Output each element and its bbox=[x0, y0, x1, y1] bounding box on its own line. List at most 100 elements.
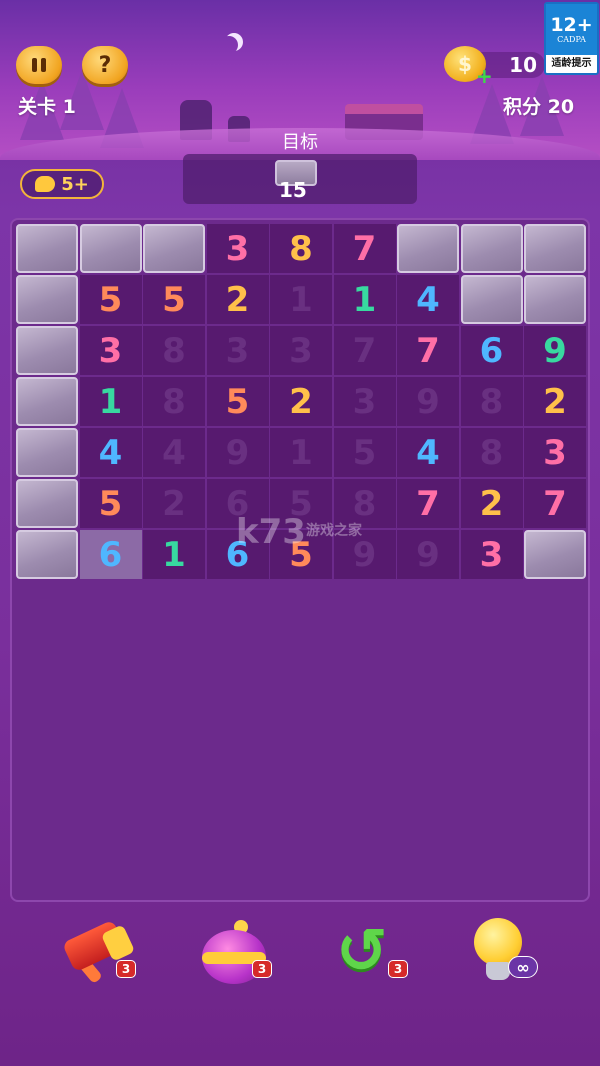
stone-block-cell[interactable] bbox=[16, 479, 78, 528]
stone-block-cell[interactable] bbox=[16, 224, 78, 273]
number-cell[interactable]: 7 bbox=[397, 479, 459, 528]
number-cell[interactable]: 9 bbox=[397, 377, 459, 426]
number-cell[interactable]: 1 bbox=[79, 377, 142, 426]
cell-number: 7 bbox=[352, 228, 377, 269]
watermark-sub: 游戏之家 bbox=[306, 523, 362, 539]
score-value: 20 bbox=[547, 96, 575, 118]
cell-number: 3 bbox=[225, 228, 250, 269]
number-cell[interactable]: 1 bbox=[270, 428, 332, 477]
number-cell[interactable]: 3 bbox=[524, 428, 586, 477]
number-cell[interactable]: 4 bbox=[397, 275, 459, 324]
number-cell[interactable]: 9 bbox=[524, 326, 586, 375]
cell-number: 2 bbox=[289, 381, 313, 422]
age-rating-number: 12+ bbox=[550, 14, 593, 36]
number-cell[interactable]: 3 bbox=[460, 530, 523, 579]
stone-block-cell[interactable] bbox=[79, 224, 142, 273]
number-cell[interactable]: 9 bbox=[206, 428, 269, 477]
lightbulb-base bbox=[486, 962, 510, 980]
cell-number: 5 bbox=[98, 279, 123, 320]
cell-number: 2 bbox=[162, 483, 186, 524]
number-cell[interactable]: 2 bbox=[206, 275, 269, 324]
number-cell[interactable]: 2 bbox=[524, 377, 586, 426]
number-cell[interactable]: 8 bbox=[143, 326, 205, 375]
stone-block-cell[interactable] bbox=[16, 428, 78, 477]
stone-block-cell[interactable] bbox=[143, 224, 205, 273]
stone-block-cell[interactable] bbox=[524, 530, 586, 579]
cell-number: 2 bbox=[225, 279, 250, 320]
age-rating-tip: 适龄提示 bbox=[551, 58, 592, 69]
cell-number: 2 bbox=[479, 483, 504, 524]
stone-block-cell[interactable] bbox=[460, 224, 523, 273]
cell-number: 3 bbox=[98, 330, 123, 371]
number-cell[interactable]: 6 bbox=[460, 326, 523, 375]
cell-number: 4 bbox=[98, 432, 123, 473]
number-cell[interactable]: 4 bbox=[397, 428, 459, 477]
cell-number: 5 bbox=[225, 381, 250, 422]
number-cell[interactable]: 3 bbox=[79, 326, 142, 375]
pause-icon bbox=[32, 58, 46, 72]
cell-number: 9 bbox=[352, 534, 377, 575]
number-cell[interactable]: 5 bbox=[79, 275, 142, 324]
undo-tool-button[interactable]: ↺ 3 bbox=[330, 914, 410, 982]
number-cell[interactable]: 7 bbox=[524, 479, 586, 528]
hammer-tool-button[interactable]: 3 bbox=[58, 914, 138, 985]
stone-block-cell[interactable] bbox=[16, 326, 78, 375]
undo-icon: ↺ bbox=[336, 914, 388, 987]
cell-number: 8 bbox=[162, 381, 186, 422]
number-cell[interactable]: 2 bbox=[460, 479, 523, 528]
bomb-count-badge: 3 bbox=[252, 960, 272, 978]
cell-number: 8 bbox=[352, 483, 377, 524]
cell-number: 1 bbox=[98, 381, 123, 422]
number-cell[interactable]: 3 bbox=[206, 326, 269, 375]
number-cell[interactable]: 1 bbox=[333, 275, 396, 324]
number-cell[interactable]: 9 bbox=[397, 530, 459, 579]
number-cell[interactable]: 5 bbox=[333, 428, 396, 477]
number-cell[interactable]: 5 bbox=[143, 275, 205, 324]
number-cell[interactable]: 4 bbox=[143, 428, 205, 477]
bomb-tool-button[interactable]: 3 bbox=[194, 914, 274, 984]
number-cell[interactable]: 3 bbox=[270, 326, 332, 375]
number-cell[interactable]: 3 bbox=[333, 377, 396, 426]
number-cell[interactable]: 7 bbox=[397, 326, 459, 375]
stone-block-cell[interactable] bbox=[524, 275, 586, 324]
stone-block-cell[interactable] bbox=[397, 224, 459, 273]
target-label: 目标 bbox=[282, 132, 318, 153]
add-coins-button[interactable]: + bbox=[476, 64, 493, 88]
number-cell[interactable]: 2 bbox=[143, 479, 205, 528]
pause-button[interactable] bbox=[16, 46, 62, 84]
number-cell[interactable]: 8 bbox=[460, 428, 523, 477]
stone-block-cell[interactable] bbox=[460, 275, 523, 324]
cell-number: 8 bbox=[289, 228, 313, 269]
age-rating-org: CADPA bbox=[557, 35, 586, 44]
number-cell[interactable]: 2 bbox=[270, 377, 332, 426]
watermark: k73 游戏之家 bbox=[236, 512, 362, 552]
stone-block-cell[interactable] bbox=[16, 530, 78, 579]
number-cell[interactable]: 7 bbox=[333, 224, 396, 273]
cell-number: 3 bbox=[543, 432, 567, 473]
coin-count: 10 bbox=[509, 53, 537, 77]
cell-number: 6 bbox=[479, 330, 504, 371]
number-cell[interactable]: 8 bbox=[460, 377, 523, 426]
stone-block-cell[interactable] bbox=[16, 377, 78, 426]
cell-number: 6 bbox=[98, 534, 123, 575]
number-cell[interactable]: 1 bbox=[270, 275, 332, 324]
number-cell[interactable]: 5 bbox=[79, 479, 142, 528]
number-cell[interactable]: 3 bbox=[206, 224, 269, 273]
help-button[interactable]: ? bbox=[82, 46, 128, 84]
level-value: 1 bbox=[62, 96, 76, 118]
number-cell[interactable]: 8 bbox=[270, 224, 332, 273]
number-cell[interactable]: 4 bbox=[79, 428, 142, 477]
cell-number: 4 bbox=[162, 432, 186, 473]
number-cell[interactable]: 6 bbox=[79, 530, 142, 579]
cell-number: 3 bbox=[225, 330, 250, 371]
hint-tool-button[interactable]: ∞ bbox=[460, 914, 540, 982]
number-cell[interactable]: 5 bbox=[206, 377, 269, 426]
number-cell[interactable]: 8 bbox=[143, 377, 205, 426]
cell-number: 5 bbox=[352, 432, 377, 473]
stone-block-cell[interactable] bbox=[16, 275, 78, 324]
hammer-count-badge: 3 bbox=[116, 960, 136, 978]
number-cell[interactable]: 7 bbox=[333, 326, 396, 375]
number-cell[interactable]: 1 bbox=[143, 530, 205, 579]
stone-block-cell[interactable] bbox=[524, 224, 586, 273]
game-board: 3875521143833776918523982449154835265872… bbox=[10, 218, 590, 902]
